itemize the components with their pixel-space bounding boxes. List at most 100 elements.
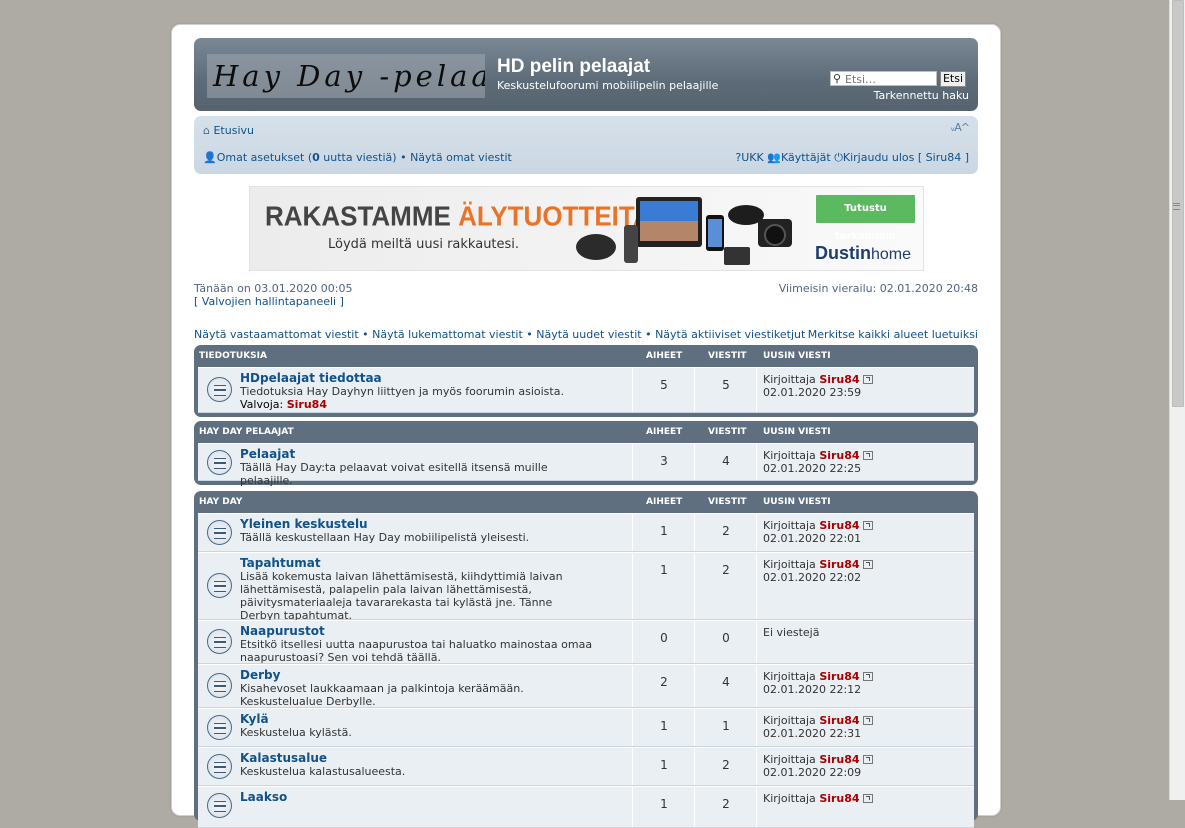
forum-read-icon: [207, 520, 232, 545]
users-icon: 👥: [767, 151, 781, 164]
forum-title[interactable]: Derby: [240, 668, 280, 682]
forum-read-icon: [207, 754, 232, 779]
moderator-label: Valvoja:: [240, 398, 284, 411]
font-size-toggle[interactable]: ᵥA^: [951, 121, 970, 134]
moderator-panel-link[interactable]: [ Valvojien hallintapaneeli ]: [194, 295, 352, 308]
forum-row[interactable]: Yleinen keskustelu Täällä keskustellaan …: [198, 513, 974, 552]
search-button[interactable]: Etsi: [940, 71, 966, 87]
forum-read-icon: [207, 715, 232, 740]
search-input[interactable]: [845, 73, 933, 85]
category-header: HAY DAY PELAAJAT AIHEET VIESTIT UUSIN VI…: [198, 421, 974, 443]
forum-description: Täällä Hay Day:ta pelaavat voivat esitel…: [240, 461, 548, 487]
last-visit: Viimeisin vierailu: 02.01.2020 20:48: [778, 282, 978, 295]
search-icon: ⚲: [833, 72, 842, 85]
nav-right-links: ?UKK 👥Käyttäjät ⏻Kirjaudu ulos [ Siru84 …: [735, 151, 969, 165]
view-latest-post-icon[interactable]: [862, 755, 873, 764]
site-logo[interactable]: Hay Day -pelaajat: [207, 54, 485, 98]
active-topics-link[interactable]: Näytä aktiiviset viestiketjut: [655, 328, 805, 341]
view-latest-post-icon[interactable]: [862, 716, 873, 725]
topics-count: 3: [660, 454, 668, 468]
last-post-date: 02.01.2020 22:02: [763, 571, 862, 584]
topics-column-header: AIHEET: [646, 497, 683, 507]
last-post-user-link[interactable]: Siru84: [819, 792, 859, 805]
posts-count-cell: 4: [694, 665, 757, 707]
last-post-user-link[interactable]: Siru84: [819, 714, 859, 727]
username-link[interactable]: [ Siru84 ]: [918, 151, 969, 164]
vr-headset-shape: [576, 234, 616, 260]
last-post-user-link[interactable]: Siru84: [819, 449, 859, 462]
topics-count-cell: 1: [632, 709, 695, 746]
unanswered-link[interactable]: Näytä vastaamattomat viestit: [194, 328, 359, 341]
banner-cta-button[interactable]: Tutustu tarkemmin: [816, 195, 915, 242]
forum-title[interactable]: Laakso: [240, 790, 287, 804]
forum-title[interactable]: HDpelaajat tiedottaa: [240, 371, 382, 385]
forum-read-icon: [207, 793, 232, 818]
forum-row[interactable]: Kylä Keskustelua kylästä. 1 1 Kirjoittaj…: [198, 708, 974, 747]
breadcrumb: ⌂ Etusivu: [203, 124, 254, 137]
last-post-by-label: Kirjoittaja: [763, 714, 816, 727]
forum-row[interactable]: Naapurustot Etsitkö itsellesi uutta naap…: [198, 620, 974, 664]
last-post-by-label: Kirjoittaja: [763, 670, 816, 683]
topics-count: 2: [660, 675, 668, 689]
view-latest-post-icon[interactable]: [862, 375, 873, 384]
forum-title[interactable]: Naapurustot: [240, 624, 325, 638]
topics-column-header: AIHEET: [646, 351, 683, 361]
last-post-user-link[interactable]: Siru84: [819, 670, 859, 683]
new-messages-count[interactable]: 0: [312, 151, 320, 164]
new-posts-link[interactable]: Näytä uudet viestit: [536, 328, 641, 341]
last-post-user-link[interactable]: Siru84: [819, 558, 859, 571]
brand-name: Dustin: [815, 243, 871, 263]
page-scrollbar[interactable]: [1169, 0, 1185, 800]
view-latest-post-icon[interactable]: [862, 451, 873, 460]
logout-link[interactable]: Kirjaudu ulos: [843, 151, 915, 164]
bullet: •: [645, 328, 652, 341]
advertisement-banner[interactable]: RAKASTAMME ÄLYTUOTTEITA Löydä meiltä uus…: [249, 186, 924, 271]
faq-link[interactable]: UKK: [741, 151, 763, 164]
view-latest-post-icon[interactable]: [862, 672, 873, 681]
last-post-cell: Kirjoittaja Siru84 02.01.2020 22:31: [756, 709, 974, 746]
banner-headline-a: RAKASTAMME: [265, 199, 459, 233]
forum-title[interactable]: Kylä: [240, 712, 269, 726]
last-post-user-link[interactable]: Siru84: [819, 753, 859, 766]
mark-all-read-link[interactable]: Merkitse kaikki alueet luetuiksi: [808, 328, 978, 341]
home-link[interactable]: Etusivu: [213, 124, 254, 137]
forum-row[interactable]: Laakso 1 2 Kirjoittaja Siru84: [198, 786, 974, 828]
advanced-search-link[interactable]: Tarkennettu haku: [874, 89, 969, 102]
speaker-shape: [624, 225, 638, 263]
category-title[interactable]: HAY DAY PELAAJAT: [199, 427, 294, 437]
forum-description: Täällä keskustellaan Hay Day mobiilipeli…: [240, 531, 530, 544]
last-post-user-link[interactable]: Siru84: [819, 519, 859, 532]
moderator-user-link[interactable]: Siru84: [287, 398, 327, 411]
view-latest-post-icon[interactable]: [862, 521, 873, 530]
last-post-user-link[interactable]: Siru84: [819, 373, 859, 386]
forum-row[interactable]: Kalastusalue Keskustelua kalastusalueest…: [198, 747, 974, 786]
category-title[interactable]: HAY DAY: [199, 497, 242, 507]
forum-row[interactable]: Derby Kisahevoset laukkaamaan ja palkint…: [198, 664, 974, 708]
banner-brand-logo: Dustinhome: [815, 243, 911, 264]
last-post-cell: Kirjoittaja Siru84 02.01.2020 22:12: [756, 665, 974, 707]
new-messages-label[interactable]: uutta viestiä): [323, 151, 396, 164]
own-posts-link[interactable]: Näytä omat viestit: [410, 151, 512, 164]
user-settings-link[interactable]: Omat asetukset: [217, 151, 305, 164]
posts-count: 4: [722, 454, 730, 468]
forum-row[interactable]: HDpelaajat tiedottaa Tiedotuksia Hay Day…: [198, 367, 974, 413]
view-latest-post-icon[interactable]: [862, 794, 873, 803]
last-post-column-header: UUSIN VIESTI: [763, 497, 831, 507]
forum-row[interactable]: Tapahtumat Lisää kokemusta laivan lähett…: [198, 552, 974, 622]
forum-title[interactable]: Yleinen keskustelu: [240, 517, 368, 531]
posts-count-cell: 4: [694, 444, 757, 480]
forum-title[interactable]: Tapahtumat: [240, 556, 321, 570]
forum-description: Lisää kokemusta laivan lähettämisestä, k…: [240, 570, 563, 622]
posts-count-cell: 1: [694, 709, 757, 746]
forum-title[interactable]: Kalastusalue: [240, 751, 327, 765]
site-title[interactable]: HD pelin pelaajat: [497, 56, 650, 78]
category-title[interactable]: TIEDOTUKSIA: [199, 351, 267, 361]
power-icon: ⏻: [834, 151, 843, 164]
forum-row[interactable]: Pelaajat Täällä Hay Day:ta pelaavat voiv…: [198, 443, 974, 487]
unread-link[interactable]: Näytä lukemattomat viestit: [372, 328, 523, 341]
forum-title[interactable]: Pelaajat: [240, 447, 295, 461]
last-post-date: 02.01.2020 23:59: [763, 386, 862, 399]
users-link[interactable]: Käyttäjät: [781, 151, 831, 164]
navbar: ⌂ Etusivu ᵥA^ 👤Omat asetukset (0 uutta v…: [194, 116, 978, 174]
view-latest-post-icon[interactable]: [862, 560, 873, 569]
